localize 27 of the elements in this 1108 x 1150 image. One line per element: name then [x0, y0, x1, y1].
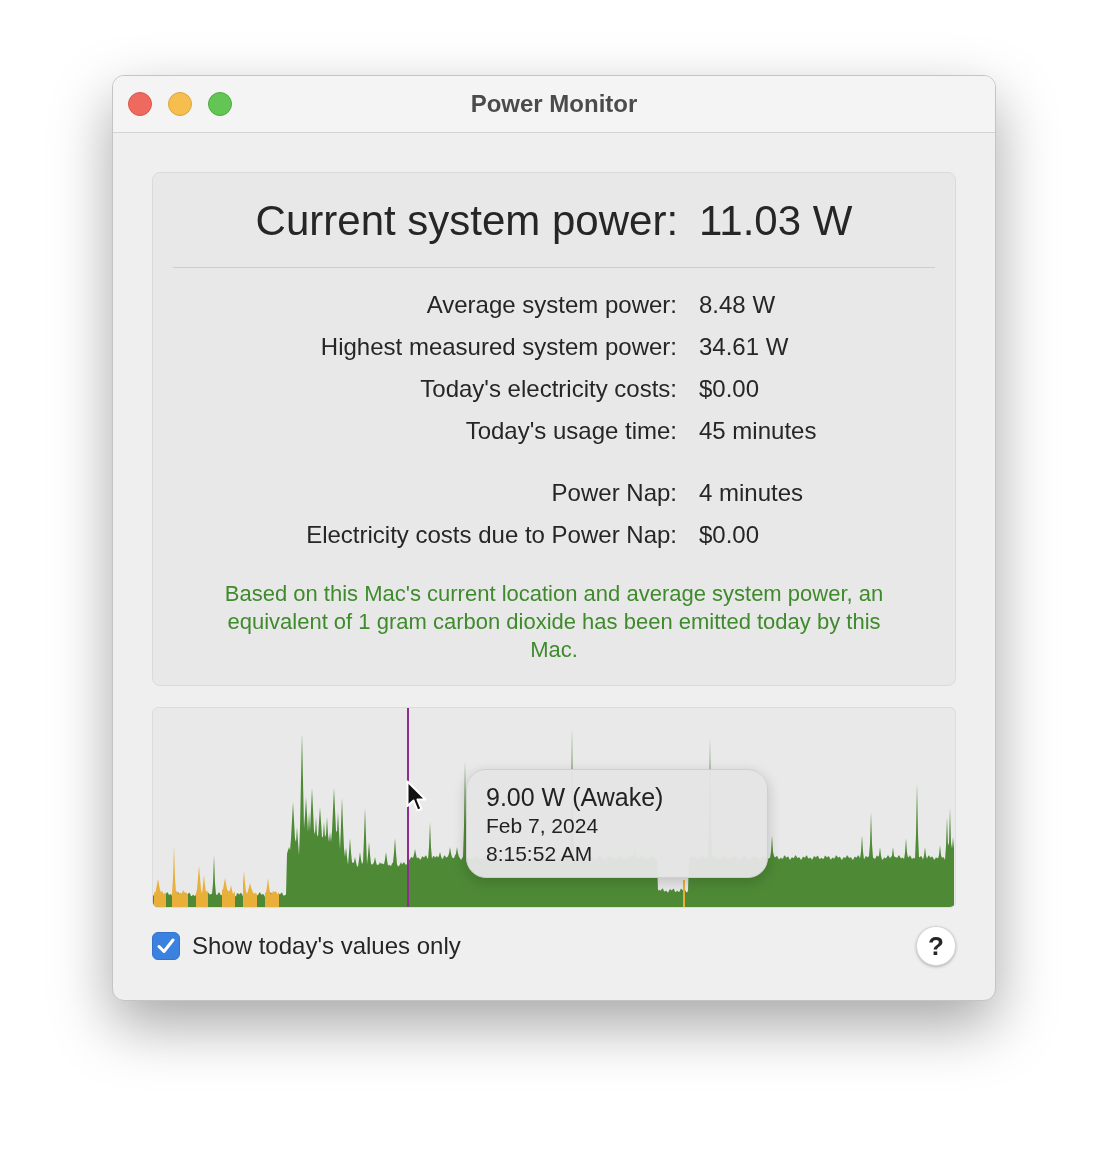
help-button[interactable]: ? [916, 926, 956, 966]
stat-label: Average system power: [425, 290, 677, 320]
tooltip-date: Feb 7, 2024 [486, 813, 600, 839]
current-power-value: 11.03 W [699, 195, 853, 246]
checkbox-label[interactable]: Show today's values only [192, 928, 461, 964]
zoom-button[interactable] [208, 92, 232, 116]
carbon-note: Based on this Mac's current location and average system power, an equivalent of 1 gram carbon dioxide has been emitted today by this Mac. [223, 580, 885, 664]
stat-value: $0.00 [699, 520, 760, 550]
tooltip-time: 8:15:52 AM [486, 841, 594, 867]
tooltip-reading: 9.00 W (Awake) [486, 782, 665, 812]
current-power-label: Current system power: [255, 195, 679, 246]
checkmark-icon [157, 938, 175, 954]
stat-label: Today's usage time: [464, 416, 677, 446]
stat-value: $0.00 [699, 374, 760, 404]
stat-value: 8.48 W [699, 290, 776, 320]
checkbox[interactable] [152, 932, 180, 960]
pointer-icon [406, 780, 428, 814]
stat-value: 4 minutes [699, 478, 804, 508]
stat-label: Today's electricity costs: [419, 374, 677, 404]
stat-label: Power Nap: [550, 478, 677, 508]
stat-label: Electricity costs due to Power Nap: [305, 520, 677, 550]
window-title: Power Monitor [470, 89, 638, 119]
close-button[interactable] [128, 92, 152, 116]
minimize-button[interactable] [168, 92, 192, 116]
stat-label: Highest measured system power: [319, 332, 677, 362]
stat-value: 34.61 W [699, 332, 789, 362]
stat-value: 45 minutes [699, 416, 817, 446]
